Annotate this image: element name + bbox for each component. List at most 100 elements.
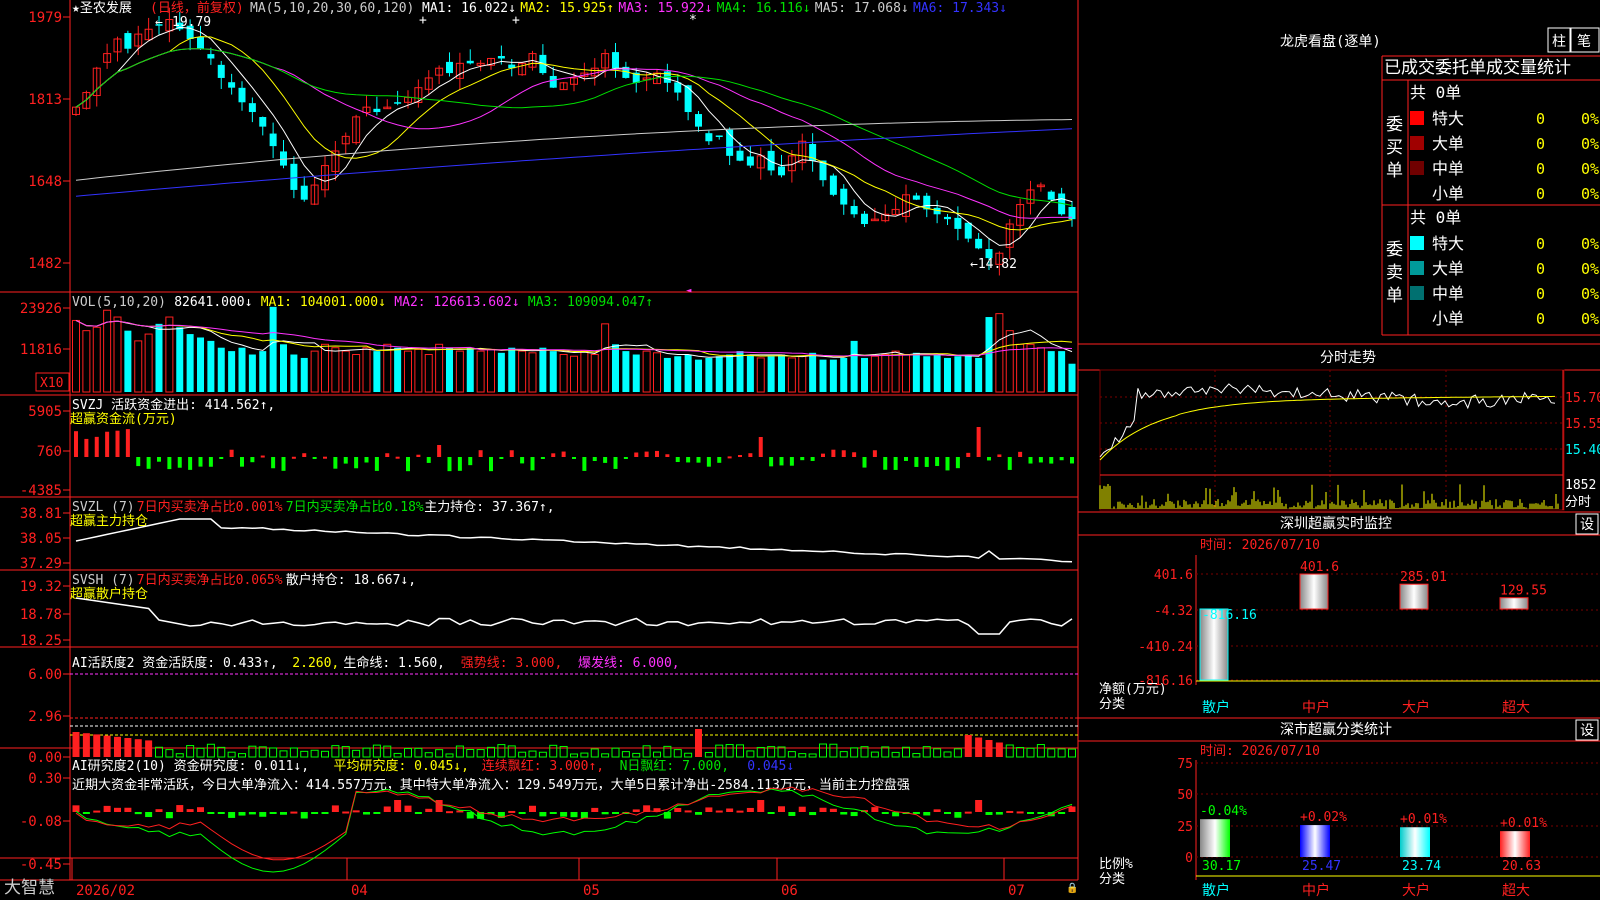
ma-line-5 [75, 119, 1073, 181]
volume-bar-up [891, 350, 900, 393]
research-bar-neg [373, 812, 381, 814]
svsh-header-item: 7日内买卖净占比0.065% [137, 572, 283, 588]
flow-bar-out [706, 457, 711, 467]
activity-bar [642, 745, 651, 758]
volume-bar-up [518, 350, 527, 393]
candle-down [217, 64, 225, 78]
volume-bar-down [985, 317, 993, 392]
flow-bar-in [509, 450, 514, 457]
monitor-bar-value: -816.16 [1202, 608, 1257, 623]
lhb-row-name: 大单 [1432, 134, 1464, 153]
volume-bar-up [321, 343, 329, 393]
svsh-header-item: 散户持仓: 18.667↓, [286, 572, 416, 588]
research-bar-neg [248, 812, 256, 815]
ai2-ytick-label: 6.00 [28, 667, 62, 683]
activity-bar [975, 737, 983, 757]
svzl-header-item: SVZL (7) [72, 500, 135, 515]
research-bar-pos [342, 811, 350, 814]
activity-bar [279, 750, 288, 758]
tab-stroke-label[interactable]: 笔 [1577, 34, 1591, 50]
volume-bar-down [539, 347, 547, 392]
monitor-bar [1399, 583, 1429, 610]
candle-down [975, 238, 983, 249]
sz-monitor-ytick: -4.32 [1154, 604, 1193, 619]
volume-bar-down [695, 359, 702, 392]
lhb-row-name: 特大 [1432, 234, 1464, 253]
sz-class-ytick: 50 [1177, 788, 1193, 803]
vol-ma-line-3 [75, 319, 1073, 357]
volume-bar-down [933, 354, 941, 392]
period-label[interactable]: (日线，前复权) [150, 0, 244, 16]
candle-down [373, 108, 381, 113]
monitor-category: 大户 [1402, 699, 1430, 716]
research-bar-pos [425, 808, 433, 812]
class-bar-value: 20.63 [1502, 859, 1541, 874]
flow-bar-out [914, 457, 919, 467]
flow-bar-in [84, 438, 89, 457]
research-bar-pos [103, 805, 111, 812]
lhb-row-count: 0 [1536, 160, 1545, 178]
lock-icon[interactable]: 🔒 [1066, 882, 1078, 894]
chart-canvas: 1979 1813 1648 1482 ← 19.79 ←14.82 ★圣农发展 (日线，前复权… [0, 0, 1600, 899]
volume-bar-up [528, 352, 537, 393]
research-bar-neg [788, 812, 796, 816]
candle-down [290, 163, 298, 190]
volume-bar-down [861, 357, 868, 392]
class-bar [1400, 827, 1430, 857]
candle-down [466, 60, 474, 64]
svzj-header: SVZJ 活跃资金进出: 414.562↑, [72, 397, 275, 413]
candle-down [1047, 191, 1055, 200]
ma-line-6 [75, 128, 1073, 197]
activity-bar [632, 752, 641, 758]
volume-bar-down [912, 352, 920, 392]
flow-bar-out [240, 457, 244, 467]
flow-bar-out [810, 457, 815, 461]
candle-down [944, 216, 951, 220]
ai2-ytick-label: 0.00 [28, 750, 62, 766]
activity-bar [798, 753, 807, 758]
candle-down [497, 56, 505, 59]
flow-bar-out [136, 457, 141, 467]
tab-column-label[interactable]: 柱 [1552, 34, 1566, 50]
sz-class-settings-label[interactable]: 设 [1580, 723, 1594, 739]
flow-bar-out [219, 457, 224, 459]
research-bar-neg [217, 812, 225, 814]
price-ytick-label: 1813 [28, 92, 62, 108]
candle-down [954, 217, 962, 229]
activity-bar [476, 749, 485, 758]
price-ytick-label: 1648 [28, 174, 62, 190]
candle-down [228, 82, 236, 88]
flow-bar-out [686, 457, 691, 463]
volume-bar-up [435, 343, 444, 393]
volume-bar-down [632, 354, 640, 392]
buy-count: 共 0单 [1410, 83, 1461, 102]
activity-bar [590, 748, 599, 758]
volume-bar-down [269, 306, 277, 392]
flow-bar-out [198, 457, 203, 467]
monitor-category: 中户 [1302, 699, 1330, 716]
research-line-green [75, 788, 1073, 873]
flow-bar-out [343, 457, 348, 464]
flow-bar-out [603, 457, 608, 463]
monitor-bar-value: 285.01 [1400, 570, 1447, 585]
research-bar-pos [1016, 811, 1024, 814]
volume-bar-up [144, 333, 153, 393]
candle-down [197, 37, 204, 49]
flow-bar-out [987, 457, 991, 461]
candle-down [207, 54, 215, 59]
sell-side-label: 单 [1386, 286, 1403, 306]
xaxis-label: 05 [583, 883, 600, 899]
activity-bar [850, 747, 859, 758]
research-bar-neg [601, 812, 609, 815]
flow-bar-out [447, 457, 452, 472]
research-bar-neg [165, 812, 173, 819]
intraday-ytick-label: 15.55 [1565, 417, 1600, 432]
air-header-item: 连续飘红: 3.000↑, [482, 758, 604, 774]
activity-bar [673, 749, 682, 758]
sz-monitor-settings-label[interactable]: 设 [1580, 517, 1594, 533]
flow-bar-in [385, 453, 390, 457]
activity-bar [528, 750, 537, 758]
stock-name[interactable]: ★圣农发展 [72, 0, 132, 16]
air-ytick-label: -0.45 [20, 857, 62, 873]
research-bar-neg [259, 812, 267, 817]
